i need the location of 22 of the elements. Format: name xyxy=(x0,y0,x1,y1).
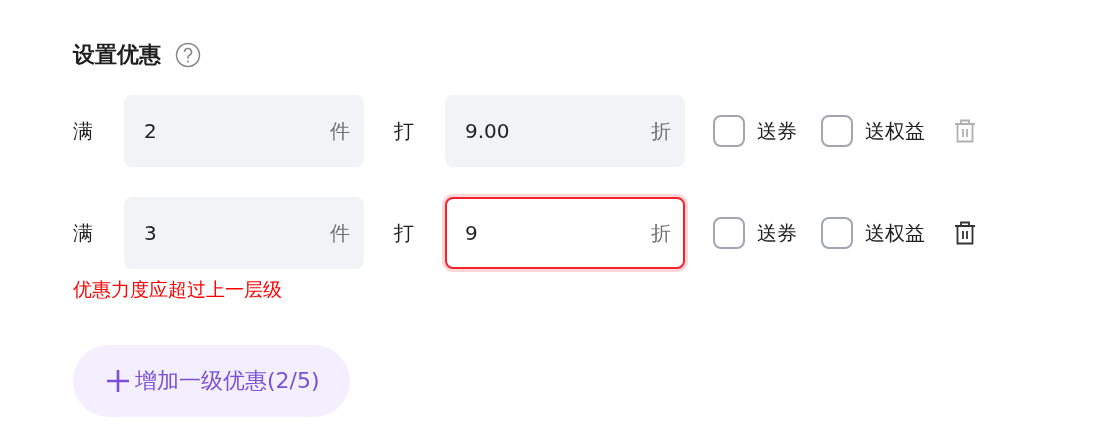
checkbox[interactable] xyxy=(713,115,745,147)
help-icon[interactable] xyxy=(175,42,201,68)
checkbox-label[interactable]: 送券 xyxy=(757,117,797,145)
checkbox[interactable] xyxy=(821,217,853,249)
checkbox-label[interactable]: 送权益 xyxy=(865,117,925,145)
unit-label: 件 xyxy=(330,219,350,247)
discount-label: 打 xyxy=(394,219,415,247)
checkbox-label[interactable]: 送权益 xyxy=(865,219,925,247)
checkbox[interactable] xyxy=(821,115,853,147)
plus-icon xyxy=(105,368,131,394)
add-tier-button[interactable]: 增加一级优惠(2/5) xyxy=(73,345,350,417)
section-title: 设置优惠 xyxy=(73,41,161,69)
unit-label: 件 xyxy=(330,117,350,145)
checkbox[interactable] xyxy=(713,217,745,249)
error-message: 优惠力度应超过上一层级 xyxy=(73,277,283,302)
checkbox-label[interactable]: 送券 xyxy=(757,219,797,247)
unit-label: 折 xyxy=(651,117,671,145)
prefix-label: 满 xyxy=(73,117,94,145)
unit-label: 折 xyxy=(651,219,671,247)
discount-label: 打 xyxy=(394,117,415,145)
prefix-label: 满 xyxy=(73,219,94,247)
trash-icon[interactable] xyxy=(953,220,977,246)
